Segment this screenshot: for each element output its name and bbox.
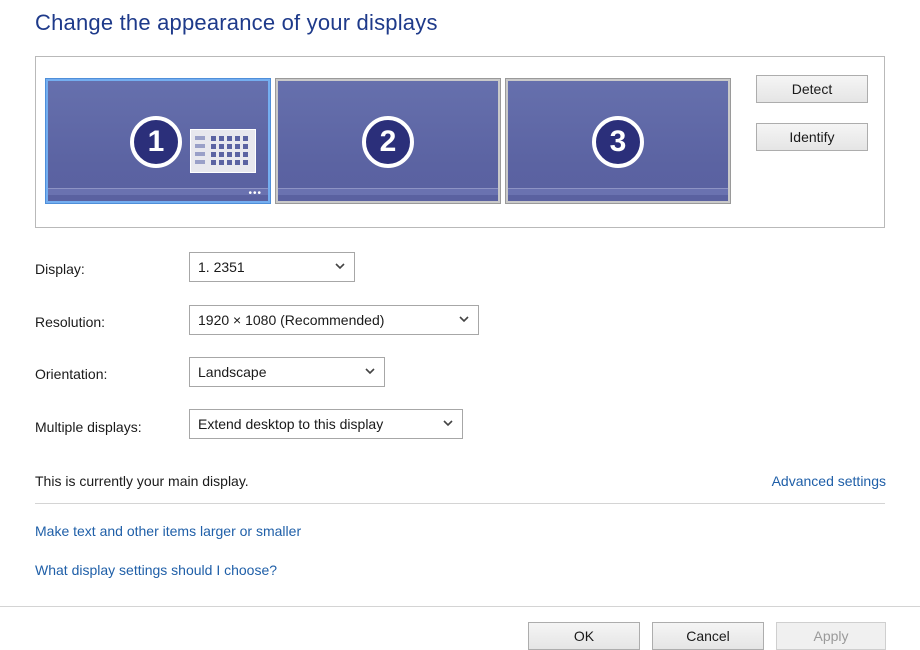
resolution-select[interactable]: 1920 × 1080 (Recommended) [189,305,479,335]
identify-button[interactable]: Identify [756,123,868,151]
multiple-displays-select-value: Extend desktop to this display [198,416,384,432]
monitor-2[interactable]: 2 [276,79,500,203]
apply-button[interactable]: Apply [776,622,886,650]
orientation-label: Orientation: [35,366,108,382]
chevron-down-icon [365,368,375,375]
monitor-3[interactable]: 3 [506,79,730,203]
orientation-select[interactable]: Landscape [189,357,385,387]
orientation-select-value: Landscape [198,364,267,380]
detect-button[interactable]: Detect [756,75,868,103]
text-size-link[interactable]: Make text and other items larger or smal… [35,523,301,539]
main-display-status: This is currently your main display. [35,473,249,489]
footer-divider [0,606,920,607]
monitor-1[interactable]: 1 ••• [46,79,270,203]
display-select-value: 1. 2351 [198,259,245,275]
monitor-number-badge: 2 [362,116,414,168]
chevron-down-icon [443,420,453,427]
resolution-label: Resolution: [35,314,106,330]
ok-button[interactable]: OK [528,622,640,650]
multiple-displays-select[interactable]: Extend desktop to this display [189,409,463,439]
resolution-select-value: 1920 × 1080 (Recommended) [198,312,385,328]
monitor-number-badge: 1 [130,116,182,168]
display-help-link[interactable]: What display settings should I choose? [35,562,277,578]
monitor-taskbar [48,188,268,195]
divider [35,503,885,504]
monitor-taskbar [508,188,728,195]
chevron-down-icon [459,316,469,323]
monitor-taskbar [278,188,498,195]
display-arrangement-panel: 1 ••• 2 3 Detect Identify [35,56,885,228]
more-icon: ••• [248,188,262,199]
display-select[interactable]: 1. 2351 [189,252,355,282]
chevron-down-icon [335,263,345,270]
advanced-settings-link[interactable]: Advanced settings [772,473,886,489]
cancel-button[interactable]: Cancel [652,622,764,650]
calculator-icon [190,129,256,173]
monitor-number-badge: 3 [592,116,644,168]
page-title: Change the appearance of your displays [35,10,438,35]
multiple-displays-label: Multiple displays: [35,419,142,435]
display-label: Display: [35,261,85,277]
